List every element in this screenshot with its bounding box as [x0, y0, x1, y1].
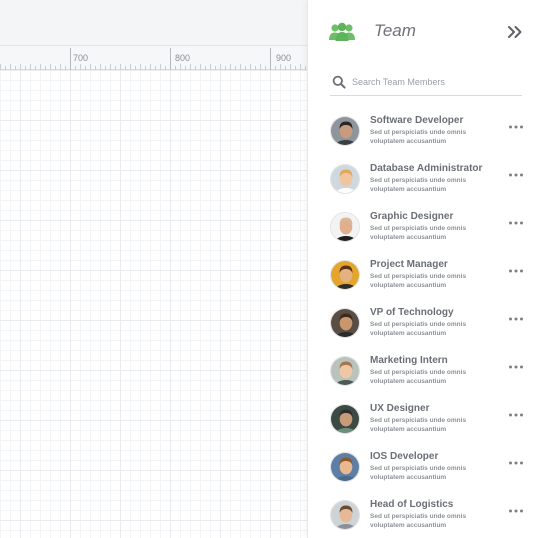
- member-description: Sed ut perspiciatis unde omnis voluptate…: [370, 321, 467, 337]
- double-chevron-right-icon[interactable]: [507, 25, 523, 39]
- more-horizontal-icon[interactable]: [508, 268, 524, 274]
- member-description: Sed ut perspiciatis unde omnis voluptate…: [370, 417, 467, 433]
- avatar: [330, 116, 360, 146]
- member-description: Sed ut perspiciatis unde omnis voluptate…: [370, 465, 467, 481]
- team-member-row[interactable]: Project Manager Sed ut perspiciatis unde …: [308, 250, 538, 298]
- avatar: [330, 500, 360, 530]
- member-description: Sed ut perspiciatis unde omnis voluptate…: [370, 273, 467, 289]
- avatar: [330, 164, 360, 194]
- member-description: Sed ut perspiciatis unde omnis voluptate…: [370, 129, 467, 145]
- horizontal-ruler: 700 800 900: [0, 46, 307, 70]
- search-input[interactable]: [352, 73, 520, 91]
- ruler-label: 800: [175, 53, 191, 63]
- ruler-label: 900: [276, 53, 292, 63]
- team-member-row[interactable]: Marketing Intern Sed ut perspiciatis unde…: [308, 346, 538, 394]
- avatar: [330, 212, 360, 242]
- team-member-row[interactable]: IOS Developer Sed ut perspiciatis unde om…: [308, 442, 538, 490]
- more-horizontal-icon[interactable]: [508, 172, 524, 178]
- member-description: Sed ut perspiciatis unde omnis voluptate…: [370, 513, 467, 529]
- team-panel: Team Software Developer Sed ut perspiciat…: [307, 0, 538, 538]
- member-name: IOS Developer: [370, 451, 439, 462]
- member-name: VP of Technology: [370, 307, 454, 318]
- member-name: UX Designer: [370, 403, 430, 414]
- team-icon: [329, 22, 355, 41]
- team-member-row[interactable]: UX Designer Sed ut perspiciatis unde omni…: [308, 394, 538, 442]
- team-member-list: Software Developer Sed ut perspiciatis un…: [308, 106, 538, 538]
- team-member-row[interactable]: VP of Technology Sed ut perspiciatis unde…: [308, 298, 538, 346]
- member-name: Marketing Intern: [370, 355, 448, 366]
- member-description: Sed ut perspiciatis unde omnis voluptate…: [370, 177, 467, 193]
- more-horizontal-icon[interactable]: [508, 364, 524, 370]
- more-horizontal-icon[interactable]: [508, 412, 524, 418]
- member-description: Sed ut perspiciatis unde omnis voluptate…: [370, 369, 467, 385]
- ruler-ticks: [0, 48, 306, 70]
- more-horizontal-icon[interactable]: [508, 124, 524, 130]
- more-horizontal-icon[interactable]: [508, 220, 524, 226]
- team-member-row[interactable]: Database Administrator Sed ut perspiciati…: [308, 154, 538, 202]
- member-description: Sed ut perspiciatis unde omnis voluptate…: [370, 225, 467, 241]
- canvas-toolbar: [0, 0, 307, 46]
- avatar: [330, 404, 360, 434]
- team-member-row[interactable]: Graphic Designer Sed ut perspiciatis unde…: [308, 202, 538, 250]
- avatar: [330, 452, 360, 482]
- member-name: Software Developer: [370, 115, 464, 126]
- member-name: Head of Logistics: [370, 499, 454, 510]
- design-canvas[interactable]: 700 800 900: [0, 0, 307, 538]
- canvas-grid[interactable]: [0, 70, 307, 538]
- team-member-row[interactable]: Head of Logistics Sed ut perspiciatis und…: [308, 490, 538, 538]
- member-name: Project Manager: [370, 259, 448, 270]
- avatar: [330, 260, 360, 290]
- ruler-label: 700: [73, 53, 89, 63]
- member-name: Database Administrator: [370, 163, 483, 174]
- search-icon: [332, 75, 346, 89]
- avatar: [330, 356, 360, 386]
- search-box: [330, 70, 522, 96]
- more-horizontal-icon[interactable]: [508, 508, 524, 514]
- member-name: Graphic Designer: [370, 211, 454, 222]
- panel-title: Team: [374, 21, 416, 40]
- team-panel-header: Team: [308, 0, 538, 64]
- team-member-row[interactable]: Software Developer Sed ut perspiciatis un…: [308, 106, 538, 154]
- avatar: [330, 308, 360, 338]
- more-horizontal-icon[interactable]: [508, 316, 524, 322]
- more-horizontal-icon[interactable]: [508, 460, 524, 466]
